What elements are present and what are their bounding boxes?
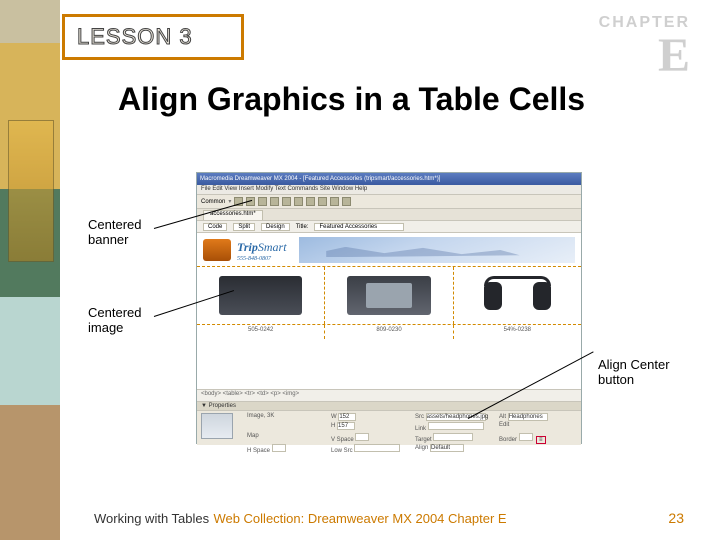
callout-align-button: Align Center button — [598, 358, 678, 388]
prop-h-label: H — [331, 423, 335, 429]
split-view-button: Split — [233, 223, 255, 231]
brand-trip: Trip — [237, 240, 258, 254]
prop-align-label: Align — [415, 445, 428, 451]
caption-row: 505-0242 809-0230 54%-0238 — [197, 325, 581, 339]
menu-bar: File Edit View Insert Modify Text Comman… — [197, 185, 581, 195]
design-canvas: TripSmart 555-848-0807 505-0242 809-0230… — [197, 233, 581, 389]
prop-alt-field: Headphones — [508, 413, 548, 421]
prop-link-field — [428, 422, 484, 430]
image-thumbnail — [201, 413, 233, 439]
properties-panel: ▼ Properties Image, 3K W 152 Src assets/… — [197, 401, 581, 445]
prop-map-label: Map — [247, 433, 259, 439]
prop-target-field — [433, 433, 473, 441]
prop-lowsrc-label: Low Src — [331, 448, 353, 454]
prop-link-label: Link — [415, 426, 426, 432]
brand-phone: 555-848-0807 — [237, 256, 287, 262]
product-cell — [454, 267, 581, 324]
prop-target-label: Target — [415, 437, 432, 443]
prop-lowsrc-field — [354, 444, 400, 452]
prop-hspace-field — [272, 444, 286, 452]
insert-toolbar: Common ▾ — [197, 195, 581, 209]
product-row — [197, 267, 581, 325]
prop-src-label: Src — [415, 414, 424, 420]
properties-header: ▼ Properties — [197, 402, 581, 411]
brand-smart: Smart — [258, 240, 287, 254]
product-case-image — [347, 276, 431, 314]
toolbar-icon — [330, 197, 339, 206]
title-label: Title: — [296, 224, 309, 230]
prop-name: Image, 3K — [247, 413, 274, 419]
caption-cell: 809-0230 — [325, 325, 453, 339]
code-view-button: Code — [203, 223, 227, 231]
prop-alt-label: Alt — [499, 414, 506, 420]
product-headphones-image — [476, 276, 560, 314]
lesson-label: LESSON 3 — [77, 24, 193, 50]
document-toolbar: Code Split Design Title: Featured Access… — [197, 221, 581, 233]
dreamweaver-screenshot: Macromedia Dreamweaver MX 2004 - [Featur… — [196, 172, 582, 444]
tag-selector: <body> <table> <tr> <td> <p> <img> — [197, 389, 581, 401]
prop-hspace-label: H Space — [247, 448, 270, 454]
document-tabstrip: accessories.htm* — [197, 209, 581, 221]
title-field: Featured Accessories — [314, 223, 404, 231]
brand-text: TripSmart 555-848-0807 — [237, 238, 287, 262]
callout-centered-image: Centered image — [88, 306, 168, 336]
prop-edit-label: Edit — [499, 422, 509, 428]
toolbar-icon — [282, 197, 291, 206]
toolbar-icon — [294, 197, 303, 206]
lesson-box: LESSON 3 — [62, 14, 244, 60]
toolbar-icon — [342, 197, 351, 206]
product-bag-image — [219, 276, 303, 314]
design-view-button: Design — [261, 223, 290, 231]
align-center-button: ≡ — [536, 436, 546, 444]
side-photo-strip — [0, 0, 60, 540]
prop-vspace-label: V Space — [331, 437, 354, 443]
toolbar-icon — [270, 197, 279, 206]
prop-border-label: Border — [499, 437, 517, 443]
caption-cell: 505-0242 — [197, 325, 325, 339]
window-titlebar: Macromedia Dreamweaver MX 2004 - [Featur… — [197, 173, 581, 185]
footer-page-number: 23 — [668, 510, 684, 526]
prop-align-field: Default — [430, 444, 464, 452]
chapter-letter: E — [658, 32, 690, 80]
product-cell — [325, 267, 453, 324]
toolbar-icon — [258, 197, 267, 206]
banner-row: TripSmart 555-848-0807 — [197, 233, 581, 267]
prop-border-field — [519, 433, 533, 441]
toolbar-icon — [318, 197, 327, 206]
toolbar-group-label: Common — [201, 199, 225, 205]
banner-map-graphic — [299, 237, 575, 263]
prop-w-field: 152 — [338, 413, 356, 421]
prop-w-label: W — [331, 414, 337, 420]
callout-centered-banner: Centered banner — [88, 218, 168, 248]
footer-center: Web Collection: Dreamweaver MX 2004 Chap… — [0, 511, 720, 526]
caption-cell: 54%-0238 — [454, 325, 581, 339]
toolbar-icon — [306, 197, 315, 206]
prop-h-field: 157 — [337, 422, 355, 430]
prop-vspace-field — [355, 433, 369, 441]
page-title: Align Graphics in a Table Cells — [118, 82, 638, 117]
tripsmart-logo-icon — [203, 239, 231, 261]
